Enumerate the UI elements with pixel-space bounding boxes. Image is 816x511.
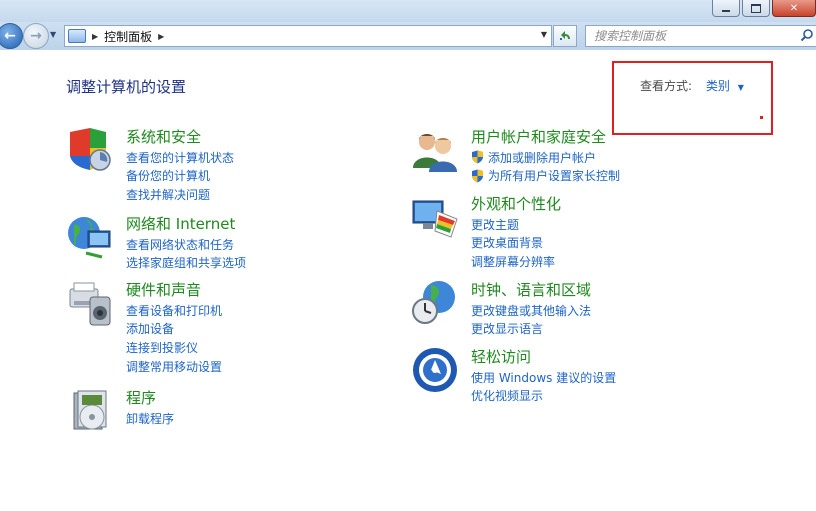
maximize-icon bbox=[751, 3, 761, 13]
ease-of-access-icon bbox=[413, 348, 457, 392]
refresh-button[interactable] bbox=[553, 25, 577, 47]
category-links: 查看网络状态和任务 选择家庭组和共享选项 bbox=[126, 235, 246, 272]
task-link[interactable]: 为所有用户设置家长控制 bbox=[471, 167, 620, 186]
breadcrumb-chevron-icon[interactable]: ▶ bbox=[92, 32, 98, 41]
forward-button[interactable]: → bbox=[23, 23, 49, 49]
category-title[interactable]: 硬件和声音 bbox=[126, 279, 201, 300]
task-link[interactable]: 调整屏幕分辨率 bbox=[471, 252, 555, 271]
user-accounts-icon bbox=[413, 134, 457, 172]
task-link[interactable]: 备份您的计算机 bbox=[126, 167, 234, 186]
minimize-icon bbox=[722, 10, 730, 12]
programs-icon bbox=[73, 390, 107, 430]
maximize-button[interactable] bbox=[742, 0, 770, 17]
category-links: 更改键盘或其他输入法 更改显示语言 bbox=[471, 301, 591, 338]
task-link[interactable]: 更改桌面背景 bbox=[471, 234, 555, 253]
close-icon: ✕ bbox=[789, 2, 799, 14]
category-links: 更改主题 更改桌面背景 调整屏幕分辨率 bbox=[471, 215, 555, 271]
system-security-icon bbox=[70, 128, 111, 171]
highlight-box bbox=[612, 61, 773, 135]
task-link-label[interactable]: 为所有用户设置家长控制 bbox=[488, 167, 620, 184]
address-dropdown-icon[interactable]: ▼ bbox=[541, 30, 547, 39]
category-title[interactable]: 用户帐户和家庭安全 bbox=[471, 126, 606, 147]
clock-language-icon bbox=[412, 281, 455, 324]
refresh-icon bbox=[560, 31, 570, 40]
address-bar[interactable]: ▶ 控制面板 ▶ ▼ bbox=[64, 25, 552, 47]
forward-arrow-icon: → bbox=[30, 28, 42, 44]
page-title: 调整计算机的设置 bbox=[66, 78, 187, 96]
search-icon[interactable] bbox=[800, 28, 814, 42]
task-link[interactable]: 更改键盘或其他输入法 bbox=[471, 301, 591, 320]
close-button[interactable]: ✕ bbox=[772, 0, 816, 17]
title-bar: ✕ bbox=[0, 0, 816, 22]
search-input[interactable] bbox=[592, 28, 796, 44]
category-title[interactable]: 外观和个性化 bbox=[471, 193, 561, 214]
category-title[interactable]: 轻松访问 bbox=[471, 346, 531, 367]
uac-shield-icon bbox=[472, 150, 483, 164]
task-link[interactable]: 选择家庭组和共享选项 bbox=[126, 254, 246, 273]
window-controls: ✕ bbox=[712, 0, 816, 18]
task-link[interactable]: 使用 Windows 建议的设置 bbox=[471, 368, 616, 387]
task-link[interactable]: 连接到投影仪 bbox=[126, 338, 222, 357]
control-panel-icon bbox=[68, 29, 86, 43]
hardware-sound-icon bbox=[69, 282, 111, 326]
breadcrumb-chevron-icon[interactable]: ▶ bbox=[158, 32, 164, 41]
appearance-icon bbox=[412, 200, 458, 238]
task-link[interactable]: 更改显示语言 bbox=[471, 320, 591, 339]
category-title[interactable]: 程序 bbox=[126, 387, 156, 408]
task-link[interactable]: 优化视频显示 bbox=[471, 387, 616, 406]
category-links: 使用 Windows 建议的设置 优化视频显示 bbox=[471, 368, 616, 405]
task-link[interactable]: 更改主题 bbox=[471, 215, 555, 234]
task-link[interactable]: 查看您的计算机状态 bbox=[126, 148, 234, 167]
task-link[interactable]: 添加设备 bbox=[126, 320, 222, 339]
category-links: 查看设备和打印机 添加设备 连接到投影仪 调整常用移动设置 bbox=[126, 301, 222, 375]
category-title[interactable]: 系统和安全 bbox=[126, 126, 201, 147]
category-title[interactable]: 时钟、语言和区域 bbox=[471, 279, 591, 300]
category-links: 卸载程序 bbox=[126, 409, 174, 428]
task-link[interactable]: 查看网络状态和任务 bbox=[126, 235, 246, 254]
recent-pages-dropdown-icon[interactable]: ▼ bbox=[50, 30, 56, 39]
breadcrumb-control-panel[interactable]: 控制面板 bbox=[104, 28, 152, 45]
back-arrow-icon: ← bbox=[4, 28, 16, 44]
network-icon bbox=[68, 217, 111, 259]
minimize-button[interactable] bbox=[712, 0, 740, 17]
search-box[interactable] bbox=[585, 25, 816, 47]
highlight-marker bbox=[760, 116, 763, 119]
task-link[interactable]: 调整常用移动设置 bbox=[126, 357, 222, 376]
task-link[interactable]: 查找并解决问题 bbox=[126, 185, 234, 204]
task-link[interactable]: 添加或删除用户帐户 bbox=[471, 148, 620, 167]
task-link-label[interactable]: 添加或删除用户帐户 bbox=[488, 149, 596, 166]
back-button[interactable]: ← bbox=[0, 23, 23, 49]
uac-shield-icon bbox=[472, 169, 483, 183]
category-title[interactable]: 网络和 Internet bbox=[126, 213, 235, 234]
category-links: 查看您的计算机状态 备份您的计算机 查找并解决问题 bbox=[126, 148, 234, 204]
task-link[interactable]: 卸载程序 bbox=[126, 409, 174, 428]
task-link[interactable]: 查看设备和打印机 bbox=[126, 301, 222, 320]
category-links: 添加或删除用户帐户 为所有用户设置家长控制 bbox=[471, 148, 620, 185]
navigation-bar: ← → ▼ ▶ 控制面板 ▶ ▼ bbox=[0, 22, 816, 50]
